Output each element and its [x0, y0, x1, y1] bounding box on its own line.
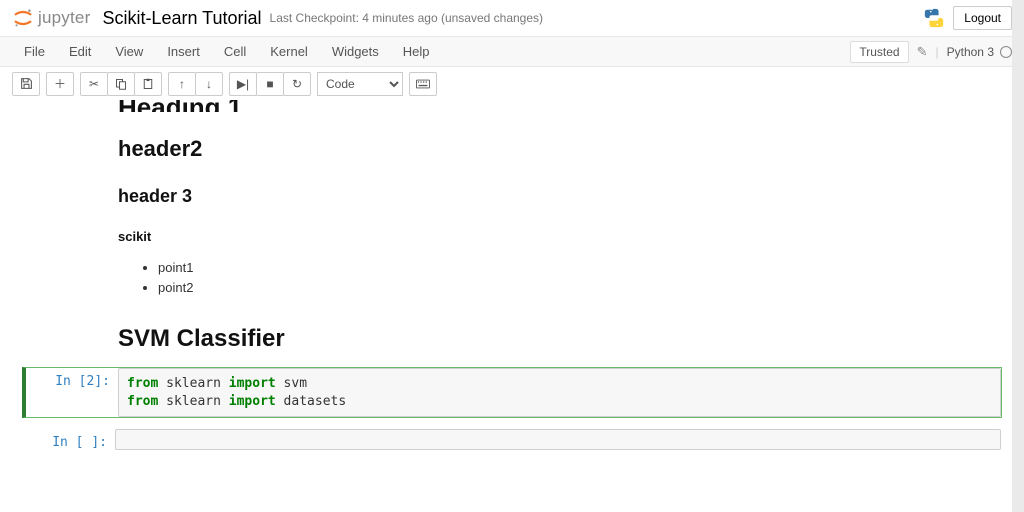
- jupyter-logo[interactable]: jupyter: [12, 7, 90, 29]
- menu-edit[interactable]: Edit: [57, 38, 103, 65]
- kernel-indicator[interactable]: Python 3: [947, 45, 1012, 59]
- code-cell-selected[interactable]: In [2]: from sklearn import svm from skl…: [22, 367, 1002, 418]
- code-text: sklearn: [158, 394, 228, 409]
- checkpoint-text: Last Checkpoint: 4 minutes ago (unsaved …: [270, 11, 544, 25]
- code-cell-empty[interactable]: In [ ]:: [22, 428, 1002, 451]
- kernel-idle-icon: [1000, 46, 1012, 58]
- plus-icon: ＋: [54, 75, 66, 92]
- toolbar: ＋ ✂ ↑ ↓ ▶| ■ ↻ Code: [0, 67, 1024, 101]
- code-text: datasets: [276, 394, 346, 409]
- menu-file[interactable]: File: [12, 38, 57, 65]
- markdown-cell[interactable]: Heading 1 header2 header 3 scikit point1…: [22, 100, 1002, 297]
- move-down-button[interactable]: ↓: [195, 72, 223, 96]
- paste-button[interactable]: [134, 72, 162, 96]
- kernel-name: Python 3: [947, 45, 994, 59]
- code-input[interactable]: [115, 429, 1001, 450]
- logout-button[interactable]: Logout: [953, 6, 1012, 30]
- restart-icon: ↻: [292, 77, 302, 91]
- move-up-button[interactable]: ↑: [168, 72, 196, 96]
- keyboard-icon: [416, 79, 430, 89]
- menu-insert[interactable]: Insert: [155, 38, 212, 65]
- scrollbar-track[interactable]: [1012, 0, 1024, 512]
- code-text: svm: [276, 376, 307, 391]
- code-keyword: import: [229, 394, 276, 409]
- menu-help[interactable]: Help: [391, 38, 442, 65]
- python-icon: [923, 7, 945, 29]
- copy-icon: [115, 78, 127, 90]
- code-text: sklearn: [158, 376, 228, 391]
- run-button[interactable]: ▶|: [229, 72, 257, 96]
- svm-heading[interactable]: SVM Classifier: [22, 325, 1002, 353]
- logo-text: jupyter: [38, 8, 90, 28]
- notebook-title[interactable]: Scikit-Learn Tutorial: [102, 8, 261, 29]
- restart-button[interactable]: ↻: [283, 72, 311, 96]
- arrow-down-icon: ↓: [206, 77, 212, 91]
- code-input[interactable]: from sklearn import svm from sklearn imp…: [118, 368, 1001, 417]
- scissors-icon: ✂: [89, 77, 99, 91]
- input-prompt: In [ ]:: [23, 429, 115, 450]
- bold-text: scikit: [118, 229, 1002, 244]
- header-bar: jupyter Scikit-Learn Tutorial Last Check…: [0, 0, 1024, 37]
- menu-view[interactable]: View: [103, 38, 155, 65]
- run-step-icon: ▶|: [237, 77, 249, 91]
- stop-icon: ■: [266, 77, 273, 91]
- list-item: point1: [158, 258, 1002, 278]
- menu-kernel[interactable]: Kernel: [258, 38, 320, 65]
- input-prompt: In [2]:: [26, 368, 118, 417]
- list-item: point2: [158, 278, 1002, 298]
- heading-1: Heading 1: [118, 100, 1002, 112]
- menubar: File Edit View Insert Cell Kernel Widget…: [0, 37, 1024, 67]
- trusted-badge[interactable]: Trusted: [850, 41, 908, 63]
- code-keyword: import: [229, 376, 276, 391]
- notebook-area[interactable]: Heading 1 header2 header 3 scikit point1…: [0, 100, 1024, 512]
- add-cell-button[interactable]: ＋: [46, 72, 74, 96]
- menu-cell[interactable]: Cell: [212, 38, 258, 65]
- copy-button[interactable]: [107, 72, 135, 96]
- save-icon: [20, 77, 33, 90]
- heading-2: header2: [118, 136, 1002, 162]
- code-keyword: from: [127, 394, 158, 409]
- save-button[interactable]: [12, 72, 40, 96]
- menu-widgets[interactable]: Widgets: [320, 38, 391, 65]
- interrupt-button[interactable]: ■: [256, 72, 284, 96]
- edit-icon[interactable]: ✎: [917, 44, 928, 60]
- bullet-list: point1 point2: [118, 258, 1002, 297]
- cut-button[interactable]: ✂: [80, 72, 108, 96]
- paste-icon: [142, 78, 154, 90]
- heading-3: header 3: [118, 186, 1002, 207]
- jupyter-icon: [12, 7, 34, 29]
- divider: |: [936, 45, 939, 59]
- code-keyword: from: [127, 376, 158, 391]
- arrow-up-icon: ↑: [179, 77, 185, 91]
- celltype-select[interactable]: Code: [317, 72, 403, 96]
- command-palette-button[interactable]: [409, 72, 437, 96]
